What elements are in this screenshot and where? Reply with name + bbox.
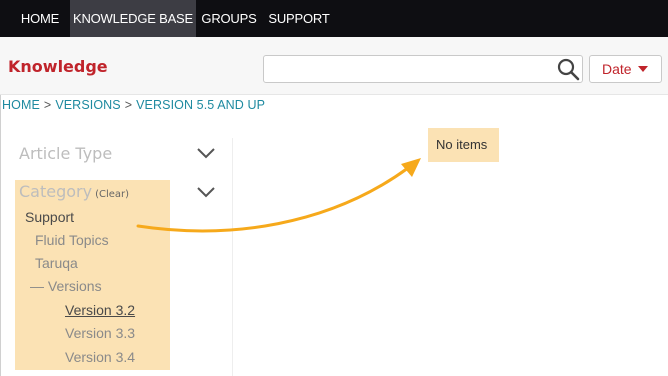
tab-home[interactable]: HOME (10, 0, 70, 37)
tab-support[interactable]: SUPPORT (262, 0, 336, 37)
category-support[interactable]: Support (25, 209, 74, 225)
category-version-3-2[interactable]: Version 3.2 (65, 302, 135, 318)
no-items-message: No items (436, 137, 488, 152)
sort-date-dropdown[interactable]: Date (589, 55, 662, 83)
page-header: Knowledge Date (0, 37, 668, 95)
tab-knowledge-base[interactable]: KNOWLEDGE BASE (70, 0, 196, 37)
category-fluid-topics[interactable]: Fluid Topics (35, 232, 109, 248)
facet-category[interactable]: Category (Clear) (19, 182, 129, 201)
chevron-down-icon[interactable] (196, 185, 216, 199)
brand-title[interactable]: Knowledge (8, 57, 108, 76)
breadcrumb-home[interactable]: HOME (2, 98, 40, 112)
sidebar-divider (232, 138, 233, 376)
caret-down-icon (637, 66, 648, 72)
breadcrumb: HOME > VERSIONS > VERSION 5.5 AND UP (2, 98, 265, 112)
breadcrumb-separator: > (43, 98, 52, 112)
facet-category-label: Category (19, 182, 93, 201)
category-versions[interactable]: — Versions (30, 278, 102, 294)
breadcrumb-versions[interactable]: VERSIONS (55, 98, 120, 112)
search-icon[interactable] (556, 57, 582, 81)
facet-article-type[interactable]: Article Type (19, 144, 112, 163)
search-input[interactable] (263, 55, 583, 83)
category-version-3-3[interactable]: Version 3.3 (65, 325, 135, 341)
top-navigation: HOME KNOWLEDGE BASE GROUPS SUPPORT (0, 0, 668, 37)
clear-category-link[interactable]: (Clear) (95, 189, 129, 200)
category-version-3-4[interactable]: Version 3.4 (65, 349, 135, 365)
breadcrumb-version-5-5[interactable]: VERSION 5.5 AND UP (136, 98, 265, 112)
breadcrumb-separator: > (124, 98, 133, 112)
chevron-down-icon[interactable] (196, 146, 216, 160)
sort-date-label: Date (602, 61, 632, 77)
category-taruqa[interactable]: Taruqa (35, 255, 78, 271)
tab-groups[interactable]: GROUPS (196, 0, 262, 37)
